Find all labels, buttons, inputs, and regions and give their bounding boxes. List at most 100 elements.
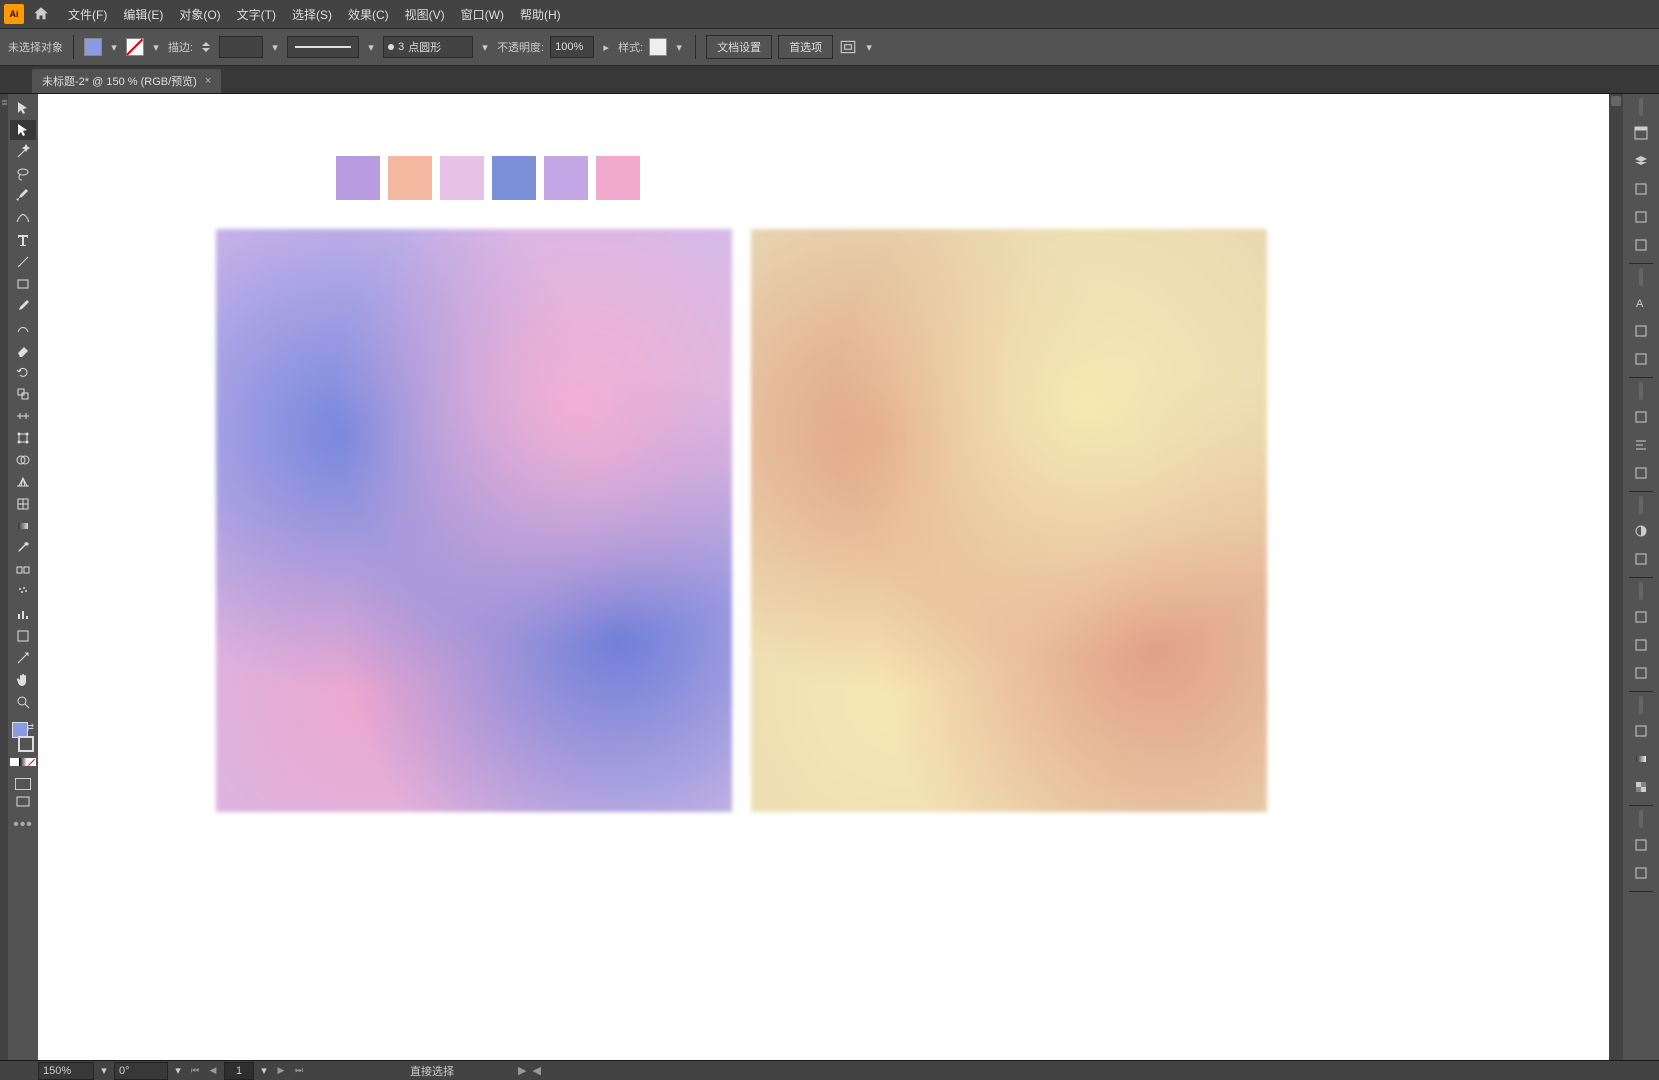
line-tool[interactable] <box>10 252 36 272</box>
character-panel-icon[interactable]: A <box>1626 289 1656 317</box>
color-panel-icon[interactable] <box>1626 517 1656 545</box>
curvature-tool[interactable] <box>10 208 36 228</box>
direct-selection-tool[interactable] <box>10 120 36 140</box>
last-artboard-icon[interactable]: ⏭ <box>292 1064 306 1078</box>
stroke-dropdown-icon[interactable]: ▾ <box>150 41 162 53</box>
fill-stroke-widget[interactable]: ⇄ <box>10 722 36 752</box>
stroke-panel-icon[interactable] <box>1626 717 1656 745</box>
style-dropdown-icon[interactable]: ▾ <box>673 41 685 53</box>
pen-tool[interactable] <box>10 186 36 206</box>
eyedropper-tool[interactable] <box>10 538 36 558</box>
mesh-tool[interactable] <box>10 494 36 514</box>
play-icon[interactable]: ▶ <box>518 1064 526 1077</box>
vertical-scrollbar[interactable] <box>1609 94 1623 1060</box>
menu-item[interactable]: 选择(S) <box>284 2 340 27</box>
stroke-weight-dropdown-icon[interactable]: ▾ <box>269 41 281 53</box>
brush-definition[interactable]: 3 点圆形 <box>383 36 473 58</box>
opentype-panel-icon[interactable] <box>1626 345 1656 373</box>
type-tool[interactable] <box>10 230 36 250</box>
paragraph-panel-icon[interactable] <box>1626 317 1656 345</box>
stroke-weight-stepper[interactable] <box>199 37 213 57</box>
gradient-tool[interactable] <box>10 516 36 536</box>
selection-tool[interactable] <box>10 98 36 118</box>
transform-panel-icon[interactable] <box>1626 403 1656 431</box>
artboard-tool[interactable] <box>10 626 36 646</box>
draw-mode-icon[interactable] <box>15 778 31 790</box>
edit-toolbar-icon[interactable]: ••• <box>15 820 31 830</box>
stroke-swatch[interactable] <box>126 38 144 56</box>
zoom-tool[interactable] <box>10 692 36 712</box>
column-graph-tool[interactable] <box>10 604 36 624</box>
none-color-icon[interactable] <box>27 758 36 766</box>
slice-tool[interactable] <box>10 648 36 668</box>
menu-item[interactable]: 效果(C) <box>340 2 397 27</box>
blend-tool[interactable] <box>10 560 36 580</box>
menu-item[interactable]: 帮助(H) <box>512 2 569 27</box>
symbol-sprayer-tool[interactable] <box>10 582 36 602</box>
document-tab[interactable]: 未标题-2* @ 150 % (RGB/预览) × <box>32 69 221 93</box>
fill-swatch[interactable] <box>84 38 102 56</box>
left-arrow-icon[interactable]: ◀ <box>532 1064 540 1077</box>
panel-group-handle[interactable] <box>1639 696 1643 714</box>
zoom-level-input[interactable]: 150% <box>38 1062 94 1080</box>
lasso-tool[interactable] <box>10 164 36 184</box>
align-panel-icon[interactable] <box>1626 431 1656 459</box>
screen-mode-button[interactable] <box>10 792 36 812</box>
transparency-panel-icon[interactable] <box>1626 773 1656 801</box>
perspective-grid-tool[interactable] <box>10 472 36 492</box>
graphic-style-swatch[interactable] <box>649 38 667 56</box>
artboard-white[interactable] <box>38 94 1609 1060</box>
brush-dropdown-icon[interactable]: ▾ <box>479 41 491 53</box>
home-icon[interactable] <box>32 6 50 22</box>
rectangle-tool[interactable] <box>10 274 36 294</box>
paintbrush-tool[interactable] <box>10 296 36 316</box>
magic-wand-tool[interactable] <box>10 142 36 162</box>
variable-width-profile[interactable] <box>287 36 359 58</box>
zoom-dropdown-icon[interactable]: ▾ <box>98 1065 110 1077</box>
menu-item[interactable]: 对象(O) <box>171 2 228 27</box>
artboard-dropdown-icon[interactable]: ▾ <box>258 1065 270 1077</box>
rotation-input[interactable]: 0° <box>114 1062 168 1080</box>
shape-builder-tool[interactable] <box>10 450 36 470</box>
palette-swatch[interactable] <box>492 156 536 200</box>
panel-group-handle[interactable] <box>1639 582 1643 600</box>
menu-item[interactable]: 文件(F) <box>60 2 115 27</box>
artboard-number-input[interactable]: 1 <box>224 1062 254 1080</box>
libraries-panel-icon[interactable] <box>1626 175 1656 203</box>
menu-item[interactable]: 窗口(W) <box>453 2 512 27</box>
swatches-panel-icon[interactable] <box>1626 603 1656 631</box>
color-guide-panel-icon[interactable] <box>1626 545 1656 573</box>
rotate-tool[interactable] <box>10 362 36 382</box>
properties-panel-icon[interactable] <box>1626 119 1656 147</box>
gradient-artwork-left[interactable] <box>216 229 732 812</box>
color-mode-switches[interactable] <box>10 758 36 768</box>
rotation-dropdown-icon[interactable]: ▾ <box>172 1065 184 1077</box>
actions-panel-icon[interactable] <box>1626 231 1656 259</box>
opacity-dropdown-icon[interactable]: ▸ <box>600 41 612 53</box>
layers-panel-icon[interactable] <box>1626 147 1656 175</box>
gradient-artwork-right[interactable] <box>751 229 1267 812</box>
first-artboard-icon[interactable]: ⏮ <box>188 1064 202 1078</box>
solid-color-icon[interactable] <box>10 758 19 766</box>
palette-swatch[interactable] <box>336 156 380 200</box>
menu-item[interactable]: 编辑(E) <box>115 2 171 27</box>
pathfinder-panel-icon[interactable] <box>1626 459 1656 487</box>
stroke-color-icon[interactable] <box>18 736 34 752</box>
graphic-styles-panel-icon[interactable] <box>1626 859 1656 887</box>
scrollbar-thumb[interactable] <box>1611 96 1621 106</box>
fill-dropdown-icon[interactable]: ▾ <box>108 41 120 53</box>
hand-tool[interactable] <box>10 670 36 690</box>
free-transform-tool[interactable] <box>10 428 36 448</box>
preferences-button[interactable]: 首选项 <box>778 35 833 59</box>
close-icon[interactable]: × <box>205 75 211 87</box>
gradient-panel-icon[interactable] <box>1626 745 1656 773</box>
links-panel-icon[interactable] <box>1626 203 1656 231</box>
canvas-area[interactable] <box>38 94 1623 1060</box>
panel-group-handle[interactable] <box>1639 810 1643 828</box>
stroke-weight-input[interactable] <box>219 36 263 58</box>
panel-group-handle[interactable] <box>1639 268 1643 286</box>
panel-group-handle[interactable] <box>1639 496 1643 514</box>
eraser-tool[interactable] <box>10 340 36 360</box>
profile-dropdown-icon[interactable]: ▾ <box>365 41 377 53</box>
screen-mode-widget[interactable] <box>10 778 36 790</box>
